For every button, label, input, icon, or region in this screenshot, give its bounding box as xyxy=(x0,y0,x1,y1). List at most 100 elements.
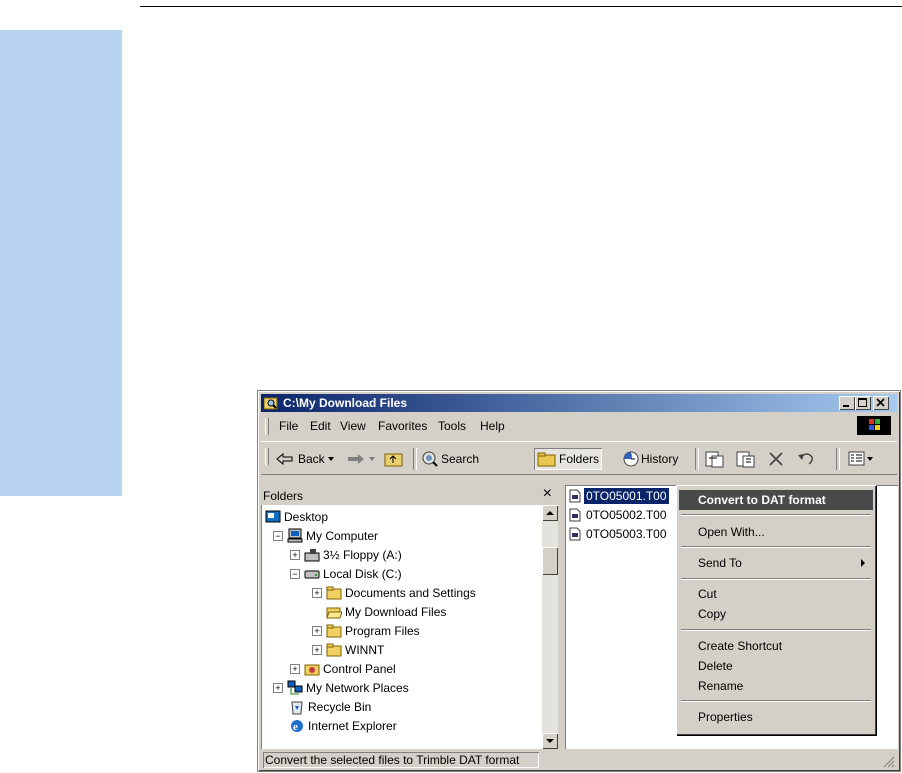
toolbar-separator-2 xyxy=(695,448,699,470)
copy-to-button[interactable] xyxy=(735,448,757,470)
folders-pane-close-button[interactable]: × xyxy=(543,486,552,502)
tree-item-winnt[interactable]: + WINNT xyxy=(312,640,384,659)
menu-view[interactable]: View xyxy=(340,419,366,433)
folders-pane: Folders × Desktop − My Computer + 3½ Flo… xyxy=(261,485,558,749)
menu-separator xyxy=(681,578,871,580)
folders-pane-header: Folders × xyxy=(261,485,556,505)
folders-icon xyxy=(537,452,556,467)
back-arrow-icon xyxy=(276,452,293,466)
collapse-icon[interactable]: − xyxy=(290,569,300,579)
scroll-thumb[interactable] xyxy=(542,547,558,575)
history-icon xyxy=(623,451,639,467)
menu-item-properties[interactable]: Properties xyxy=(679,707,873,727)
search-label: Search xyxy=(441,452,480,466)
tree-item-documents-and-settings[interactable]: + Documents and Settings xyxy=(312,583,476,602)
resize-grip-icon[interactable] xyxy=(881,754,895,768)
back-label: Back xyxy=(298,452,325,466)
expand-icon[interactable]: + xyxy=(290,664,300,674)
file-icon xyxy=(569,489,581,503)
up-folder-button[interactable] xyxy=(383,448,405,470)
side-band xyxy=(0,30,122,496)
tree-item-program-files[interactable]: + Program Files xyxy=(312,621,420,640)
windows-flag-icon xyxy=(869,419,880,430)
folders-button[interactable]: Folders xyxy=(534,448,603,470)
tree-item-desktop[interactable]: Desktop xyxy=(265,507,328,526)
expand-icon[interactable]: + xyxy=(312,626,322,636)
tree-item-internet-explorer[interactable]: e Internet Explorer xyxy=(289,716,397,735)
menu-edit[interactable]: Edit xyxy=(310,419,331,433)
expand-icon[interactable]: + xyxy=(312,645,322,655)
close-button[interactable] xyxy=(873,396,889,410)
tree-item-local-disk[interactable]: − Local Disk (C:) xyxy=(290,564,402,583)
tree-item-recycle-bin[interactable]: Recycle Bin xyxy=(289,697,371,716)
tree-label: Desktop xyxy=(284,509,329,524)
menu-item-copy[interactable]: Copy xyxy=(679,604,873,624)
menu-favorites[interactable]: Favorites xyxy=(378,419,427,433)
tree-item-my-network-places[interactable]: + My Network Places xyxy=(273,678,409,697)
file-name: 0TO05003.T00 xyxy=(586,527,667,541)
menu-item-rename[interactable]: Rename xyxy=(679,676,873,696)
menu-item-delete[interactable]: Delete xyxy=(679,656,873,676)
menu-item-cut[interactable]: Cut xyxy=(679,584,873,604)
folder-open-icon xyxy=(326,607,342,618)
folders-label: Folders xyxy=(559,452,600,466)
recycle-bin-icon xyxy=(291,701,303,714)
delete-button[interactable] xyxy=(766,448,786,470)
menu-help[interactable]: Help xyxy=(480,419,505,433)
my-computer-icon xyxy=(287,528,303,542)
menu-tools[interactable]: Tools xyxy=(438,419,466,433)
tree-item-my-download-files[interactable]: My Download Files xyxy=(326,602,446,621)
menu-item-send-to[interactable]: Send To xyxy=(679,553,873,573)
scroll-down-button[interactable] xyxy=(542,733,558,749)
file-item-1[interactable]: 0TO05001.T00 xyxy=(569,487,669,505)
file-item-2[interactable]: 0TO05002.T00 xyxy=(569,506,669,524)
floppy-icon xyxy=(304,548,320,561)
back-button[interactable]: Back xyxy=(275,448,337,470)
menu-item-send-to-label: Send To xyxy=(698,556,742,570)
expand-icon[interactable]: + xyxy=(312,588,322,598)
title-bar[interactable]: C:\My Download Files xyxy=(261,394,897,412)
search-button[interactable]: Search xyxy=(421,448,479,470)
toolbar-grip[interactable] xyxy=(265,448,269,465)
menu-separator xyxy=(681,629,871,631)
views-button[interactable] xyxy=(848,448,874,470)
minimize-button[interactable] xyxy=(839,396,855,410)
maximize-icon xyxy=(858,398,867,407)
svg-text:e: e xyxy=(293,721,298,733)
expand-icon[interactable]: + xyxy=(273,683,283,693)
menu-file[interactable]: File xyxy=(279,419,298,433)
tree-item-control-panel[interactable]: + Control Panel xyxy=(290,659,396,678)
tree-label: Control Panel xyxy=(323,661,396,676)
tree-label: Program Files xyxy=(345,623,420,638)
scroll-up-button[interactable] xyxy=(542,505,558,521)
menu-item-open-with[interactable]: Open With... xyxy=(679,522,873,542)
disk-icon xyxy=(304,570,320,578)
expand-icon[interactable]: + xyxy=(290,550,300,560)
tree-item-my-computer[interactable]: − My Computer xyxy=(273,526,379,545)
file-item-3[interactable]: 0TO05003.T00 xyxy=(569,525,669,543)
window-title: C:\My Download Files xyxy=(283,396,408,410)
folders-pane-title: Folders xyxy=(263,489,304,503)
network-icon xyxy=(287,680,303,694)
file-name: 0TO05001.T00 xyxy=(584,488,669,504)
menu-separator xyxy=(681,700,871,702)
move-to-button[interactable] xyxy=(704,448,726,470)
tree-item-floppy[interactable]: + 3½ Floppy (A:) xyxy=(290,545,402,564)
collapse-icon[interactable]: − xyxy=(273,531,283,541)
views-icon xyxy=(848,451,865,466)
menu-item-convert-to-dat[interactable]: Convert to DAT format xyxy=(679,490,873,510)
menubar-grip[interactable] xyxy=(265,418,269,435)
top-rule xyxy=(140,6,902,7)
submenu-arrow-icon xyxy=(861,559,865,567)
maximize-button[interactable] xyxy=(855,396,871,410)
views-dropdown-icon xyxy=(867,457,873,461)
folder-icon xyxy=(326,586,342,599)
tree-label: My Computer xyxy=(306,528,379,543)
status-text: Convert the selected files to Trimble DA… xyxy=(263,752,539,768)
forward-button[interactable] xyxy=(345,448,377,470)
menu-item-create-shortcut[interactable]: Create Shortcut xyxy=(679,636,873,656)
folders-scrollbar[interactable] xyxy=(542,505,558,749)
history-button[interactable]: History xyxy=(621,448,678,470)
undo-button[interactable] xyxy=(795,448,817,470)
menu-separator xyxy=(681,514,871,516)
